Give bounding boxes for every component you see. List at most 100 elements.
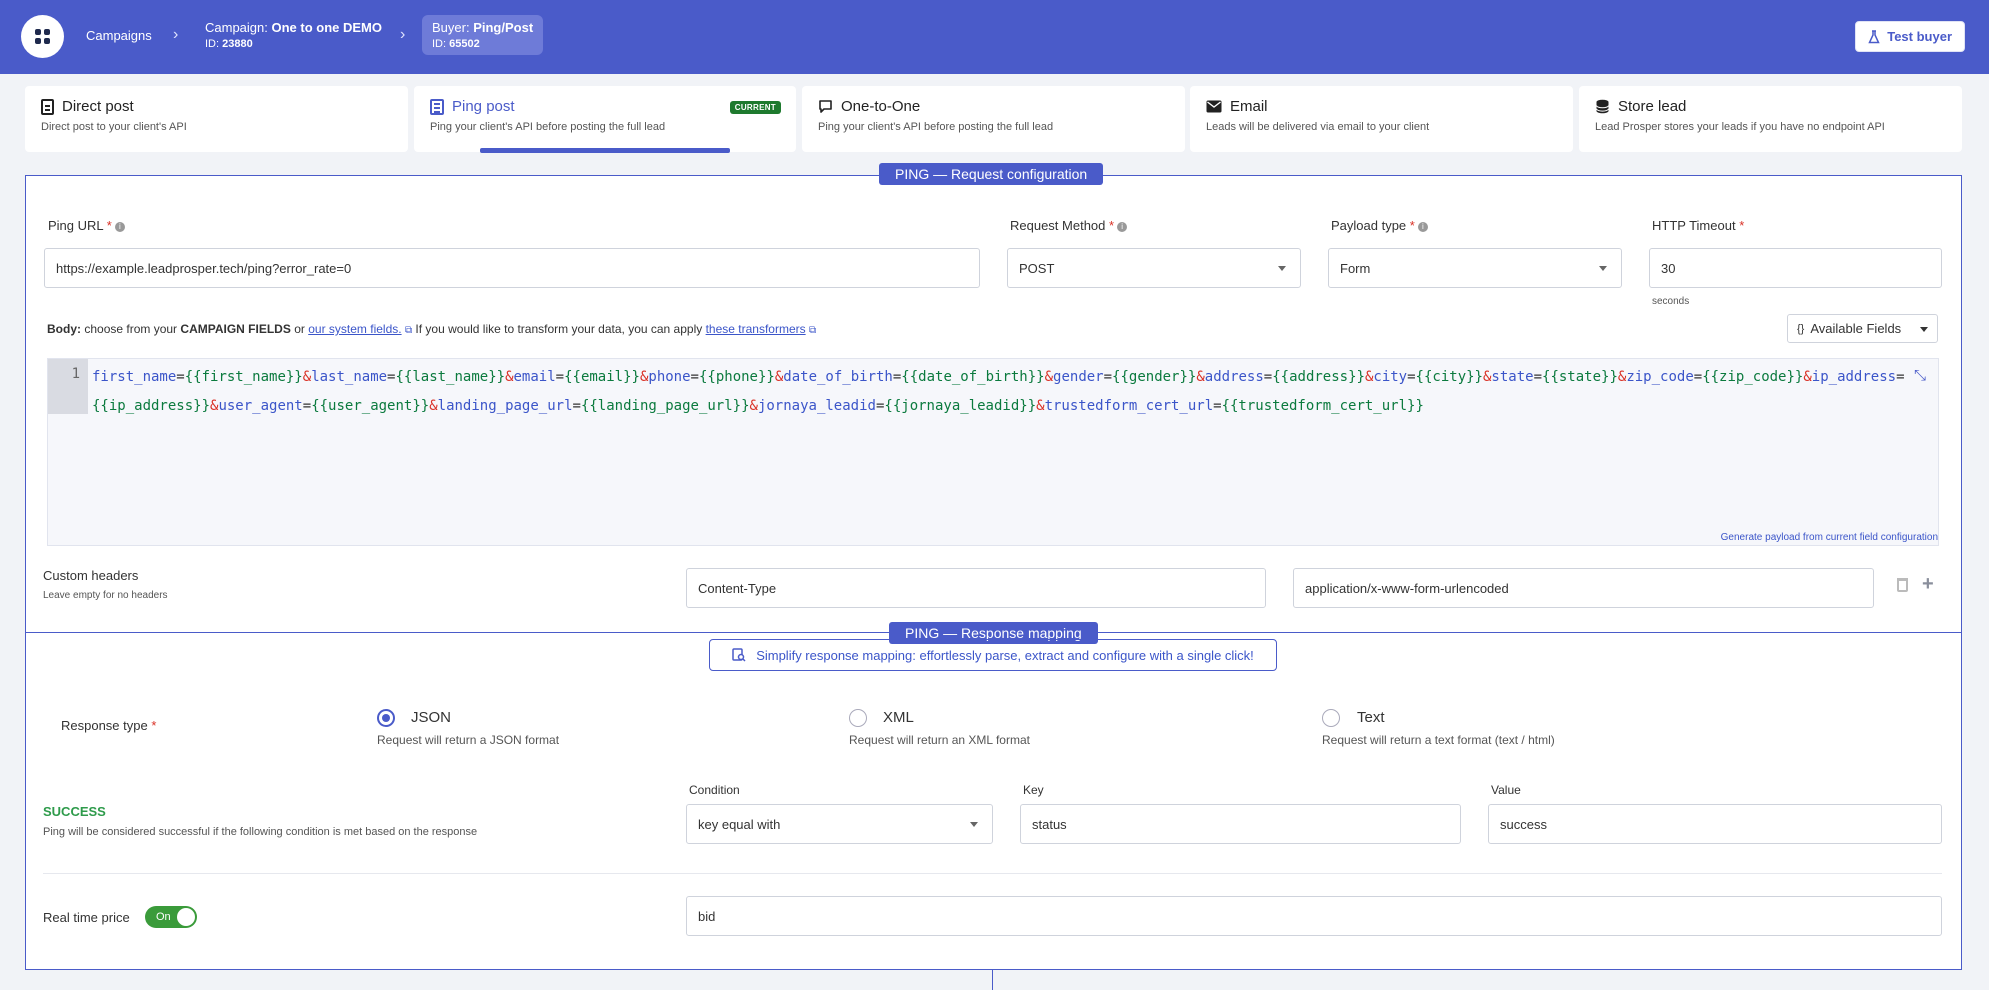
external-link-icon: ⧉ [808,325,817,336]
breadcrumb-buyer[interactable]: Buyer: Ping/Post ID: 65502 [422,15,544,55]
param-separator: & [505,369,514,385]
radio-xml-label[interactable]: XML [883,709,914,726]
real-time-price-input[interactable]: bid [686,896,1942,936]
generate-payload-link[interactable]: Generate payload from current field conf… [1721,532,1938,543]
current-badge: CURRENT [729,101,781,114]
ping-url-input[interactable]: https://example.leadprosper.tech/ping?er… [44,248,980,288]
body-code[interactable]: first_name={{first_name}}&last_name={{la… [92,363,1912,421]
body-instructions: Body: choose from your CAMPAIGN FIELDS o… [47,322,817,336]
radio-json-desc: Request will return a JSON format [377,733,560,747]
custom-headers-label: Custom headers [43,568,139,583]
param-value: {{phone}} [698,369,775,385]
header-key-input[interactable]: Content-Type [686,568,1266,608]
tab-ping-post[interactable]: Ping post Ping your client's API before … [414,86,796,152]
http-timeout-label: HTTP Timeout * [1652,218,1745,233]
apps-grid-icon[interactable] [21,15,64,58]
param-value: {{last_name}} [395,369,506,385]
request-method-select[interactable]: POST [1007,248,1301,288]
radio-text[interactable] [1322,709,1340,727]
param-equals: = [1213,398,1222,414]
condition-label: Condition [689,783,740,797]
collapse-icon[interactable]: ⤡ [1914,367,1926,384]
active-tab-indicator [480,148,730,153]
param-value: {{ip_address}} [92,398,211,414]
param-key: ip_address [1811,369,1897,385]
param-separator: & [749,398,758,414]
param-key: gender [1053,369,1104,385]
param-value: {{address}} [1272,369,1365,385]
param-key: state [1491,369,1534,385]
key-label: Key [1023,783,1044,797]
param-separator: & [1044,369,1054,385]
document-icon [41,98,54,115]
param-value: {{email}} [564,369,640,385]
param-key: first_name [92,369,177,385]
real-time-price-label: Real time price [43,910,130,925]
header-value-input[interactable]: application/x-www-form-urlencoded [1293,568,1874,608]
param-separator: & [1196,369,1205,385]
top-header: Campaigns › Campaign: One to one DEMO ID… [0,0,1989,74]
test-buyer-button[interactable]: Test buyer [1855,21,1965,52]
value-label: Value [1491,783,1521,797]
param-separator: & [1036,398,1045,414]
transformers-link[interactable]: these transformers [706,322,806,336]
info-icon[interactable]: i [114,222,125,232]
param-key: landing_page_url [437,398,573,414]
trash-icon[interactable] [1897,578,1908,592]
radio-xml-desc: Request will return an XML format [849,733,1030,747]
line-number: 1 [48,359,88,414]
param-key: email [513,369,556,385]
param-value: {{state}} [1542,369,1618,385]
param-separator: & [429,398,438,414]
caret-down-icon [1278,266,1286,271]
payload-type-select[interactable]: Form [1328,248,1622,288]
radio-json[interactable] [377,709,395,727]
info-icon[interactable]: i [1417,222,1428,232]
request-method-label: Request Method * i [1010,218,1128,233]
param-key: zip_code [1626,369,1694,385]
radio-xml[interactable] [849,709,867,727]
simplify-mapping-button[interactable]: Simplify response mapping: effortlessly … [709,639,1277,671]
condition-select[interactable]: key equal with [686,804,993,844]
param-equals: = [1896,369,1905,385]
tab-one-to-one[interactable]: One-to-One Ping your client's API before… [802,86,1185,152]
braces-icon: {} [1797,322,1805,335]
available-fields-dropdown[interactable]: {} Available Fields [1787,314,1938,343]
timeout-unit: seconds [1652,296,1690,307]
param-value: {{landing_page_url}} [580,398,750,414]
breadcrumb-campaign[interactable]: Campaign: One to one DEMO ID: 23880 [205,20,382,50]
param-key: last_name [311,369,388,385]
breadcrumb-campaigns[interactable]: Campaigns [86,28,152,43]
param-equals: = [1103,369,1113,385]
param-key: phone [648,369,691,385]
radio-json-label[interactable]: JSON [411,709,451,726]
tab-store-lead[interactable]: Store lead Lead Prosper stores your lead… [1579,86,1962,152]
real-time-price-toggle[interactable]: On [145,906,197,928]
caret-down-icon [1920,327,1928,332]
http-timeout-input[interactable]: 30 [1649,248,1942,288]
param-value: {{trustedform_cert_url}} [1221,398,1424,414]
param-equals: = [572,398,581,414]
radio-text-desc: Request will return a text format (text … [1322,733,1555,747]
key-input[interactable]: status [1020,804,1461,844]
param-equals: = [176,369,185,385]
list-icon [430,98,444,115]
value-input[interactable]: success [1488,804,1942,844]
param-value: {{city}} [1415,369,1483,385]
param-key: user_agent [218,398,303,414]
body-code-editor[interactable]: 1 first_name={{first_name}}&last_name={{… [47,358,1939,546]
param-value: {{gender}} [1112,369,1197,385]
tab-email[interactable]: Email Leads will be delivered via email … [1190,86,1573,152]
divider [43,873,1942,874]
tab-direct-post[interactable]: Direct post Direct post to your client's… [25,86,408,152]
param-key: jornaya_leadid [757,398,876,414]
plus-icon[interactable]: + [1922,573,1934,596]
param-equals: = [1263,369,1273,385]
radio-text-label[interactable]: Text [1357,709,1385,726]
request-config-title: PING — Request configuration [879,163,1104,185]
flask-icon [1868,29,1880,43]
response-type-label: Response type * [61,718,157,733]
caret-down-icon [1599,266,1607,271]
info-icon[interactable]: i [1117,222,1128,232]
system-fields-link[interactable]: our system fields. [308,322,401,336]
